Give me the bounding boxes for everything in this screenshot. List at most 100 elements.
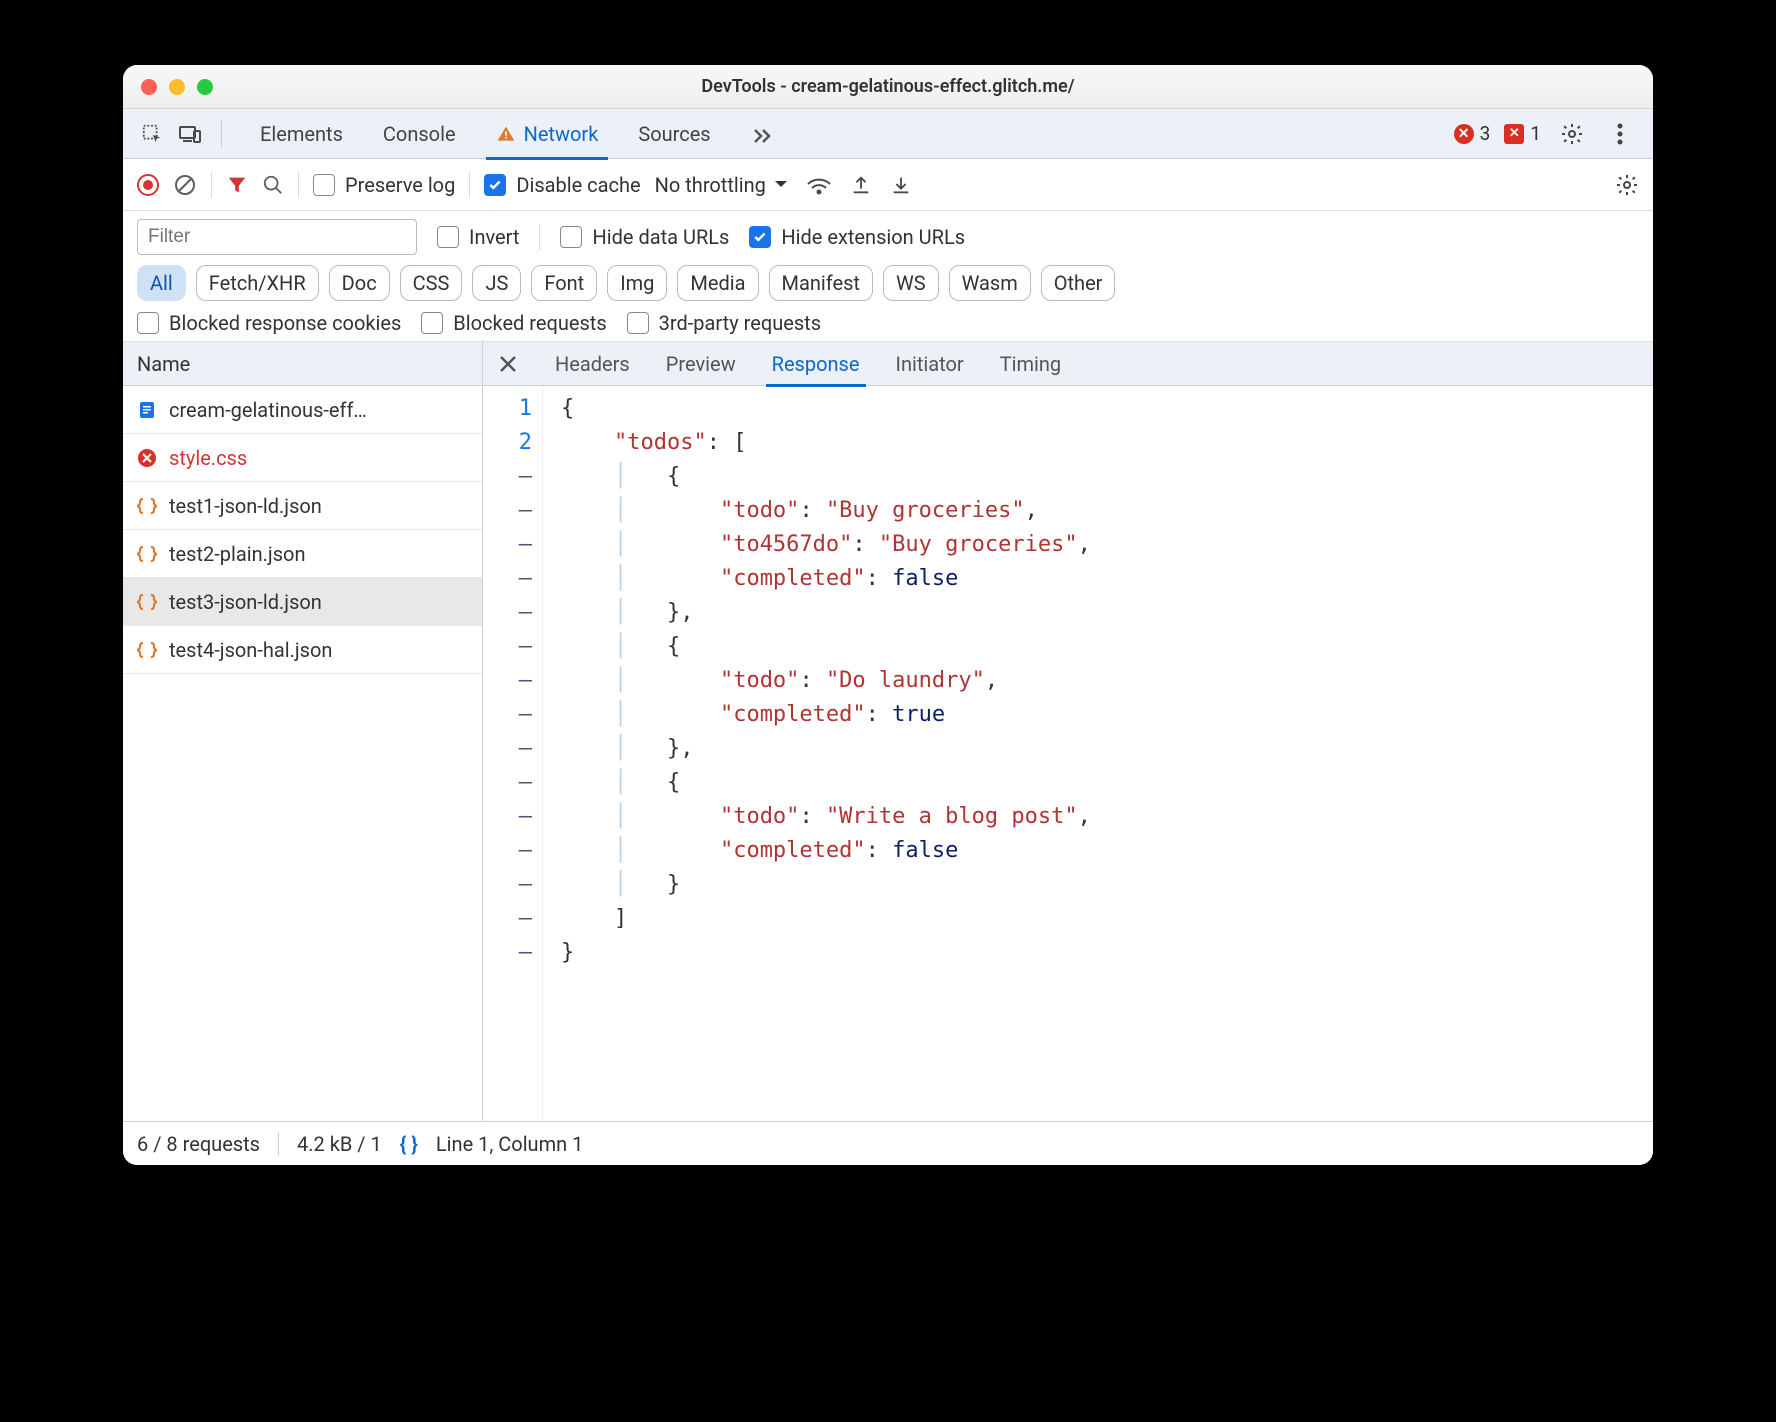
blocked-cookies-checkbox[interactable]: Blocked response cookies [137,311,401,335]
preserve-log-checkbox[interactable]: Preserve log [313,173,455,197]
detail-tab-headers[interactable]: Headers [551,344,634,384]
filter-input[interactable] [137,219,417,255]
third-party-checkbox[interactable]: 3rd-party requests [627,311,821,335]
checkbox-unchecked-icon [313,174,335,196]
checkbox-checked-icon [484,174,506,196]
disable-cache-checkbox[interactable]: Disable cache [484,173,640,197]
checkbox-unchecked-icon [137,312,159,334]
record-button[interactable] [137,174,159,196]
request-row[interactable]: cream-gelatinous-eff… [123,386,482,434]
hide-ext-urls-checkbox[interactable]: Hide extension URLs [749,225,965,249]
doc-file-icon [135,398,159,422]
upload-har-icon[interactable] [850,174,872,196]
tab-elements[interactable]: Elements [254,112,349,156]
pretty-print-icon[interactable]: { } [400,1132,418,1156]
pill-img[interactable]: Img [607,265,667,301]
request-row[interactable]: test2-plain.json [123,530,482,578]
device-toolbar-icon[interactable] [173,117,207,151]
invert-checkbox[interactable]: Invert [437,225,519,249]
inspect-element-icon[interactable] [135,117,169,151]
close-detail-button[interactable] [493,355,523,373]
request-list-panel: Name cream-gelatinous-eff…style.csstest1… [123,342,483,1121]
err-file-icon [135,446,159,470]
line-gutter[interactable]: 12‒‒‒‒‒‒‒‒‒‒‒‒‒‒‒ [483,386,543,1121]
json-file-icon [135,494,159,518]
throttling-value: No throttling [655,173,766,197]
cursor-position: Line 1, Column 1 [436,1132,583,1156]
json-file-icon [135,542,159,566]
request-row[interactable]: test4-json-hal.json [123,626,482,674]
divider [539,224,540,250]
request-row[interactable]: test1-json-ld.json [123,482,482,530]
hide-data-urls-label: Hide data URLs [592,225,729,249]
detail-tab-response[interactable]: Response [768,344,864,384]
kebab-menu-icon[interactable] [1603,117,1637,151]
blocked-requests-checkbox[interactable]: Blocked requests [421,311,606,335]
request-row[interactable]: style.css [123,434,482,482]
checkbox-unchecked-icon [437,226,459,248]
main-area: Name cream-gelatinous-eff…style.csstest1… [123,342,1653,1121]
error-count[interactable]: ✕ 3 [1454,122,1491,145]
divider [278,1132,279,1156]
minimize-window-button[interactable] [169,79,185,95]
checkbox-checked-icon [749,226,771,248]
json-file-icon [135,590,159,614]
settings-icon[interactable] [1555,117,1589,151]
clear-button[interactable] [173,173,197,197]
detail-tab-timing[interactable]: Timing [996,344,1065,384]
search-icon[interactable] [262,174,284,196]
pill-media[interactable]: Media [677,265,758,301]
window-title: DevTools - cream-gelatinous-effect.glitc… [123,76,1653,97]
divider [221,120,222,148]
detail-tabs: Headers Preview Response Initiator Timin… [483,342,1653,386]
name-column-header[interactable]: Name [123,342,482,386]
pill-other[interactable]: Other [1041,265,1116,301]
chevron-down-icon [774,180,788,190]
checkbox-unchecked-icon [627,312,649,334]
network-conditions-icon[interactable] [806,174,832,196]
tabstrip-right: ✕ 3 ✕ 1 [1454,117,1641,151]
status-bar: 6 / 8 requests 4.2 kB / 1 { } Line 1, Co… [123,1121,1653,1165]
request-name: test3-json-ld.json [169,590,322,614]
detail-tab-preview[interactable]: Preview [662,344,740,384]
disable-cache-label: Disable cache [516,173,640,197]
code-content[interactable]: { "todos": [ │ { │ "todo": "Buy grocerie… [543,386,1653,1121]
request-name: test2-plain.json [169,542,306,566]
pill-doc[interactable]: Doc [329,265,390,301]
filter-icon[interactable] [226,174,248,196]
hide-ext-urls-label: Hide extension URLs [781,225,965,249]
pill-ws[interactable]: WS [883,265,939,301]
tab-console[interactable]: Console [377,112,462,156]
tab-sources[interactable]: Sources [632,112,716,156]
network-settings-icon[interactable] [1615,173,1639,197]
request-name: test4-json-hal.json [169,638,332,662]
more-tabs-icon[interactable] [745,117,779,151]
detail-panel: Headers Preview Response Initiator Timin… [483,342,1653,1121]
error-icon: ✕ [1454,124,1474,144]
divider [298,172,299,198]
pill-css[interactable]: CSS [400,265,463,301]
pill-wasm[interactable]: Wasm [949,265,1031,301]
json-file-icon [135,638,159,662]
pill-manifest[interactable]: Manifest [769,265,873,301]
issue-count[interactable]: ✕ 1 [1504,122,1541,145]
request-list: cream-gelatinous-eff…style.csstest1-json… [123,386,482,1121]
blocked-cookies-label: Blocked response cookies [169,311,401,335]
pill-js[interactable]: JS [472,265,521,301]
request-row[interactable]: test3-json-ld.json [123,578,482,626]
close-window-button[interactable] [141,79,157,95]
detail-tab-initiator[interactable]: Initiator [892,344,968,384]
pill-fetch-xhr[interactable]: Fetch/XHR [196,265,319,301]
pill-font[interactable]: Font [531,265,597,301]
pill-all[interactable]: All [137,265,186,301]
checkbox-unchecked-icon [560,226,582,248]
error-count-value: 3 [1480,122,1491,145]
download-har-icon[interactable] [890,174,912,196]
blocked-requests-label: Blocked requests [453,311,606,335]
tab-network-label: Network [524,122,599,146]
main-tabstrip: Elements Console Network Sources ✕ 3 ✕ 1 [123,109,1653,159]
tab-network[interactable]: Network [490,112,605,156]
zoom-window-button[interactable] [197,79,213,95]
throttling-select[interactable]: No throttling [655,173,788,197]
hide-data-urls-checkbox[interactable]: Hide data URLs [560,225,729,249]
